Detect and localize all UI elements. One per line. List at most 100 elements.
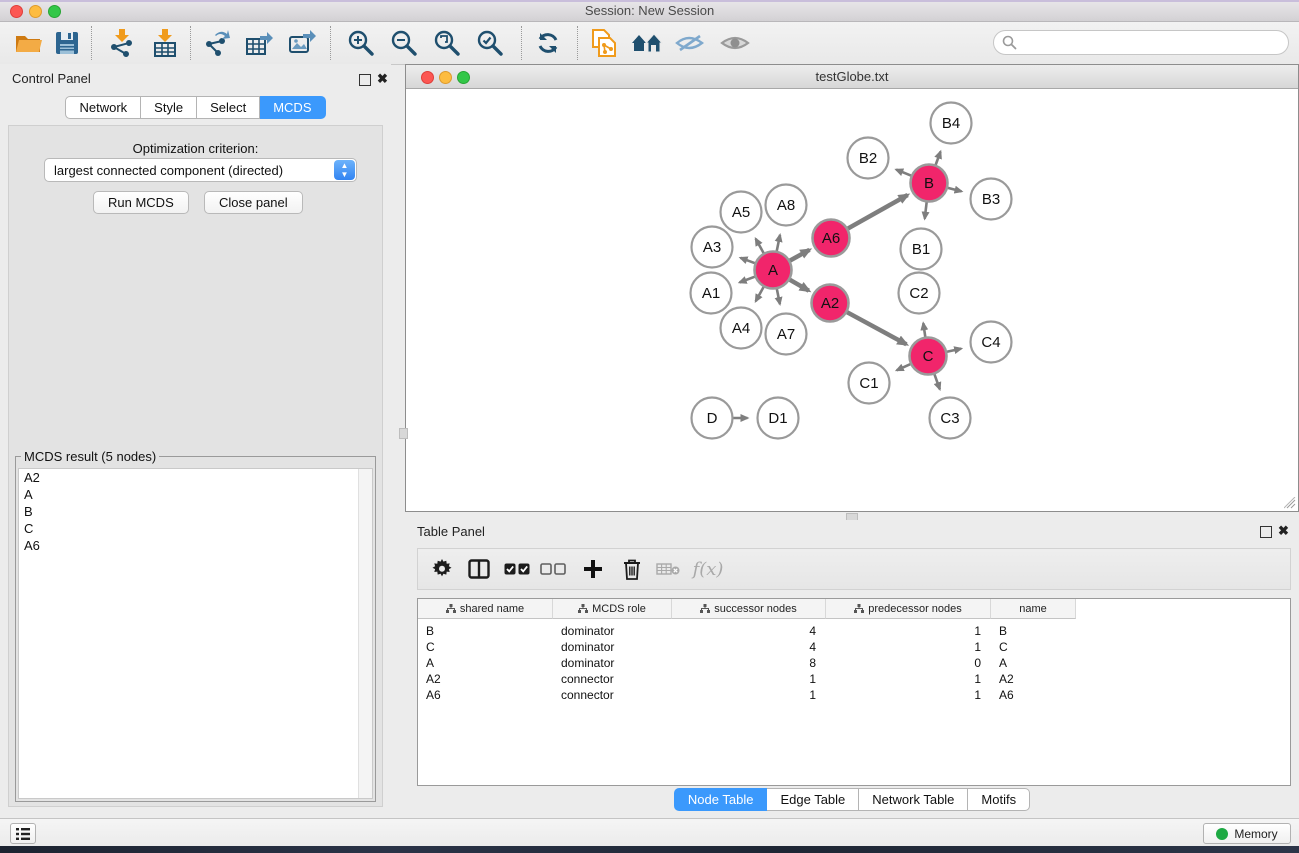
resize-grip-icon[interactable] <box>1284 497 1296 509</box>
cell-shared-name[interactable]: A6 <box>418 687 553 703</box>
add-column-icon[interactable] <box>577 554 609 584</box>
cell-MCDS-role[interactable]: connector <box>553 687 672 703</box>
graph-node-D[interactable]: D <box>692 398 733 439</box>
graph-node-C3[interactable]: C3 <box>930 398 971 439</box>
import-table-button[interactable] <box>148 27 182 59</box>
graph-node-B4[interactable]: B4 <box>931 103 972 144</box>
open-session-button[interactable] <box>12 27 46 59</box>
graph-node-C1[interactable]: C1 <box>849 363 890 404</box>
import-network-button[interactable] <box>105 27 139 59</box>
cell-predecessor-nodes[interactable]: 1 <box>826 639 991 655</box>
edge-A2-C[interactable] <box>845 311 907 345</box>
hide-selected-button[interactable] <box>673 27 707 59</box>
table-float-panel-icon[interactable] <box>1260 526 1272 538</box>
cell-name[interactable]: B <box>991 623 1076 639</box>
graph-node-A4[interactable]: A4 <box>721 308 762 349</box>
zoom-in-button[interactable] <box>344 27 378 59</box>
cell-shared-name[interactable]: A <box>418 655 553 671</box>
graph-node-A2[interactable]: A2 <box>812 285 849 322</box>
graph-node-B3[interactable]: B3 <box>971 179 1012 220</box>
graph-node-D1[interactable]: D1 <box>758 398 799 439</box>
export-table-button[interactable] <box>242 27 276 59</box>
column-header-predecessor-nodes[interactable]: predecessor nodes <box>826 599 991 619</box>
edge-A-A2[interactable] <box>787 278 809 290</box>
graph-node-A1[interactable]: A1 <box>691 273 732 314</box>
cell-MCDS-role[interactable]: dominator <box>553 639 672 655</box>
column-header-shared-name[interactable]: shared name <box>418 599 553 619</box>
node-table[interactable]: shared nameMCDS rolesuccessor nodesprede… <box>417 598 1291 786</box>
table-tab-motifs[interactable]: Motifs <box>968 788 1030 811</box>
cell-MCDS-role[interactable]: dominator <box>553 623 672 639</box>
graph-node-A6[interactable]: A6 <box>813 220 850 257</box>
graph-node-B[interactable]: B <box>911 165 948 202</box>
zoom-out-button[interactable] <box>387 27 421 59</box>
result-scrollbar[interactable] <box>358 469 372 798</box>
column-header-successor-nodes[interactable]: successor nodes <box>672 599 826 619</box>
graph-node-C[interactable]: C <box>910 338 947 375</box>
toggle-column-icon[interactable] <box>463 554 495 584</box>
cell-shared-name[interactable]: C <box>418 639 553 655</box>
graph-node-A5[interactable]: A5 <box>721 192 762 233</box>
cell-name[interactable]: A6 <box>991 687 1076 703</box>
table-close-panel-icon[interactable]: ✖ <box>1278 523 1289 539</box>
export-network-button[interactable] <box>200 27 234 59</box>
graph-node-A8[interactable]: A8 <box>766 185 807 226</box>
graph-node-A3[interactable]: A3 <box>692 227 733 268</box>
refresh-view-button[interactable] <box>531 27 565 59</box>
cell-name[interactable]: C <box>991 639 1076 655</box>
edge-A6-B[interactable] <box>845 195 907 230</box>
result-list-item[interactable]: B <box>19 503 372 520</box>
export-image-button[interactable] <box>285 27 319 59</box>
result-list-item[interactable]: A2 <box>19 469 372 486</box>
result-list-item[interactable]: C <box>19 520 372 537</box>
cell-predecessor-nodes[interactable]: 1 <box>826 671 991 687</box>
cell-shared-name[interactable]: A2 <box>418 671 553 687</box>
mcds-result-list[interactable]: A2ABCA6 <box>18 468 373 799</box>
edge-A-A6[interactable] <box>787 250 809 262</box>
show-all-button[interactable] <box>718 27 752 59</box>
cell-MCDS-role[interactable]: connector <box>553 671 672 687</box>
memory-button[interactable]: Memory <box>1203 823 1291 844</box>
run-mcds-button[interactable]: Run MCDS <box>93 191 189 214</box>
new-network-from-selection-button[interactable] <box>587 27 621 59</box>
cell-successor-nodes[interactable]: 4 <box>672 639 826 655</box>
graph-node-C4[interactable]: C4 <box>971 322 1012 363</box>
delete-table-icon[interactable] <box>652 554 684 584</box>
task-history-button[interactable] <box>10 823 36 844</box>
zoom-selected-button[interactable] <box>473 27 507 59</box>
search-input[interactable] <box>993 30 1289 55</box>
cell-successor-nodes[interactable]: 4 <box>672 623 826 639</box>
table-tab-node-table[interactable]: Node Table <box>674 788 768 811</box>
tab-style[interactable]: Style <box>141 96 197 119</box>
select-all-checkboxes-icon[interactable] <box>501 554 533 584</box>
graph-node-A[interactable]: A <box>755 252 792 289</box>
table-tab-edge-table[interactable]: Edge Table <box>767 788 859 811</box>
cell-successor-nodes[interactable]: 8 <box>672 655 826 671</box>
graph-node-A7[interactable]: A7 <box>766 314 807 355</box>
cell-predecessor-nodes[interactable]: 1 <box>826 623 991 639</box>
graph-node-C2[interactable]: C2 <box>899 273 940 314</box>
tab-network[interactable]: Network <box>65 96 141 119</box>
zoom-fit-button[interactable] <box>430 27 464 59</box>
criterion-dropdown[interactable]: largest connected component (directed) ▲… <box>44 158 357 182</box>
column-header-name[interactable]: name <box>991 599 1076 619</box>
cell-shared-name[interactable]: B <box>418 623 553 639</box>
table-tab-network-table[interactable]: Network Table <box>859 788 968 811</box>
function-builder-icon[interactable]: f(x) <box>686 554 730 584</box>
cell-successor-nodes[interactable]: 1 <box>672 687 826 703</box>
result-list-item[interactable]: A6 <box>19 537 372 554</box>
deselect-all-checkboxes-icon[interactable] <box>537 554 569 584</box>
column-header-MCDS-role[interactable]: MCDS role <box>553 599 672 619</box>
delete-column-icon[interactable] <box>616 554 648 584</box>
graph-node-B1[interactable]: B1 <box>901 229 942 270</box>
vertical-splitter-handle[interactable] <box>399 428 408 439</box>
settings-gear-icon[interactable] <box>426 554 458 584</box>
close-panel-button[interactable]: Close panel <box>204 191 303 214</box>
cell-name[interactable]: A <box>991 655 1076 671</box>
tab-select[interactable]: Select <box>197 96 260 119</box>
float-panel-icon[interactable] <box>359 74 371 86</box>
graph-node-B2[interactable]: B2 <box>848 138 889 179</box>
result-list-item[interactable]: A <box>19 486 372 503</box>
save-session-button[interactable] <box>50 27 84 59</box>
cell-successor-nodes[interactable]: 1 <box>672 671 826 687</box>
